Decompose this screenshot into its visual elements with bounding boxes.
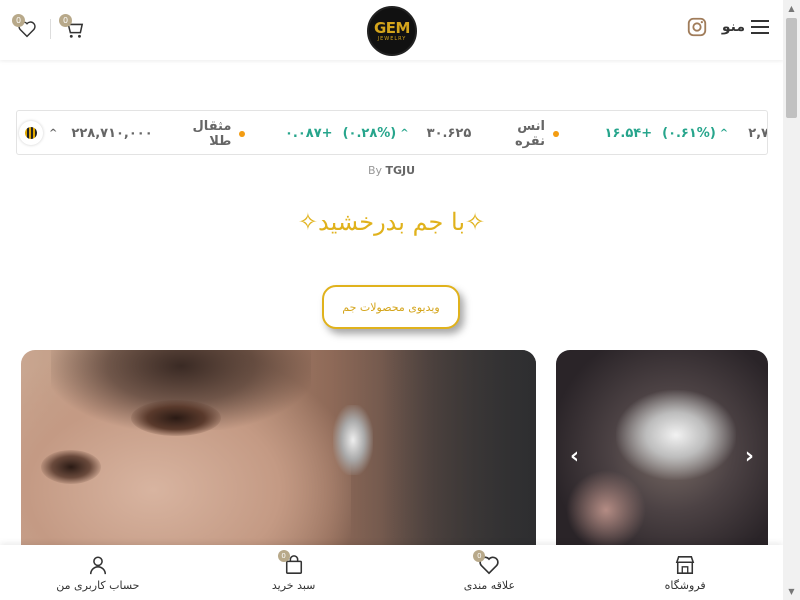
nav-label: سبد خرید xyxy=(271,578,316,592)
ticker-value: ۲۲۸,۷۱۰,۰۰۰ xyxy=(71,126,153,141)
ticker-name: مثقال طلا xyxy=(192,118,232,149)
background-area xyxy=(381,350,536,550)
hamburger-icon xyxy=(751,20,769,34)
ticker-name: انس نقره xyxy=(514,118,545,149)
earring-area xyxy=(333,405,373,475)
site-header: 0 0 GEM JEWELRY منو xyxy=(0,0,783,60)
nav-cart[interactable]: 0 سبد خرید xyxy=(196,545,392,600)
page: 0 0 GEM JEWELRY منو ۲,۷ ^ (۰.۶۱%) +۱۶.۵۴… xyxy=(0,0,800,600)
caret-up-icon: ^ xyxy=(400,128,409,139)
nav-shop[interactable]: فروشگاه xyxy=(587,545,783,600)
ticker-change: +۱۶.۵۴ xyxy=(604,126,653,141)
nav-wishlist[interactable]: 0 علاقه مندی xyxy=(392,545,588,600)
ticker-change-pct: (۰.۶۱%) xyxy=(662,126,716,141)
ticker-value: ۲,۷ xyxy=(748,126,768,141)
ticker-change-pct: (۰.۲۸%) xyxy=(342,126,397,141)
scroll-up-icon[interactable]: ▲ xyxy=(783,0,800,17)
hand-area xyxy=(566,470,646,550)
credit-prefix: By xyxy=(367,164,382,177)
logo-subtext: JEWELRY xyxy=(377,35,407,42)
logo-text: GEM xyxy=(374,18,411,37)
bottom-navigation: فروشگاه 0 علاقه مندی 0 سبد خرید حساب کار… xyxy=(0,545,783,600)
cart-button[interactable]: 0 xyxy=(59,14,87,44)
slider-prev-button[interactable]: ‹ xyxy=(570,444,579,469)
caret-up-icon: ^ xyxy=(49,128,58,139)
wishlist-button[interactable]: 0 xyxy=(12,14,40,44)
wishlist-count-badge: 0 xyxy=(473,549,486,562)
ring-product-image: ‹ › xyxy=(556,350,768,550)
tgju-logo-icon[interactable] xyxy=(19,121,43,145)
video-products-button[interactable]: ویدیوی محصولات جم xyxy=(322,285,460,329)
cart-count-badge: 0 xyxy=(59,14,72,27)
nav-account[interactable]: حساب کاربری من xyxy=(0,545,196,600)
ticker-row: ۲,۷ ^ (۰.۶۱%) +۱۶.۵۴ انس نقره ۳۰.۶۲۵ ^ (… xyxy=(49,111,768,154)
nav-label: علاقه مندی xyxy=(463,578,516,592)
slider-next-button[interactable]: › xyxy=(745,444,754,469)
caret-up-icon: ^ xyxy=(719,128,729,139)
ticker-value: ۳۰.۶۲۵ xyxy=(426,126,472,141)
cart-count-badge: 0 xyxy=(277,549,290,562)
page-scrollbar[interactable]: ▲ ▼ xyxy=(783,0,800,600)
nav-label: فروشگاه xyxy=(664,578,706,592)
eye-area xyxy=(41,450,101,484)
page-heading: ✧با جم بدرخشید✧ xyxy=(297,208,486,236)
site-logo[interactable]: GEM JEWELRY xyxy=(367,6,417,56)
header-nav: منو xyxy=(686,16,769,38)
ring-area xyxy=(616,390,736,480)
nav-label: حساب کاربری من xyxy=(56,578,140,592)
ticker-credit[interactable]: By TGJU xyxy=(0,164,783,177)
store-icon xyxy=(673,554,697,576)
header-divider xyxy=(50,19,51,39)
ticker-dot xyxy=(239,130,245,137)
user-icon xyxy=(86,554,110,576)
ticker-dot xyxy=(552,130,559,137)
bag-icon: 0 xyxy=(277,549,306,576)
instagram-icon[interactable] xyxy=(686,16,708,38)
eye-area xyxy=(131,400,221,436)
wishlist-count-badge: 0 xyxy=(12,14,25,27)
scroll-down-icon[interactable]: ▼ xyxy=(783,583,800,600)
menu-toggle[interactable]: منو xyxy=(722,19,769,35)
price-ticker: ۲,۷ ^ (۰.۶۱%) +۱۶.۵۴ انس نقره ۳۰.۶۲۵ ^ (… xyxy=(16,110,768,155)
credit-name: TGJU xyxy=(385,164,416,177)
menu-label: منو xyxy=(721,19,745,35)
heart-icon: 0 xyxy=(473,549,501,576)
scroll-thumb[interactable] xyxy=(786,18,797,118)
header-actions: 0 0 xyxy=(12,14,87,44)
model-earring-image xyxy=(21,350,536,550)
ticker-change: +۰.۰۸۷ xyxy=(284,126,333,141)
